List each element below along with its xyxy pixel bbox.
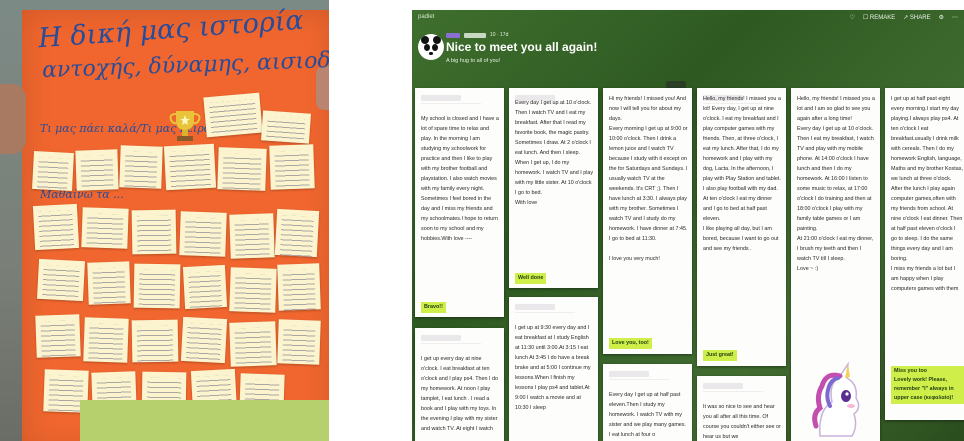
post-body: Hello, my friends! I missed you a lot! E… — [703, 96, 781, 252]
sticky-note — [179, 211, 227, 257]
sticky-note — [163, 143, 217, 191]
post-card[interactable]: My school is closed and I have a lot of … — [415, 88, 504, 317]
post-body: Hello, my friends! I missed you a lot an… — [797, 96, 875, 272]
sticky-note — [261, 110, 311, 144]
padlet-title: Nice to meet you all again! — [446, 40, 598, 54]
post-card[interactable]: It was so nice to see and hear you all a… — [697, 376, 786, 441]
post-author-blurred — [703, 383, 743, 389]
settings-icon[interactable]: ⚙ — [939, 14, 944, 21]
post-body: Every day I get up at 10 o'clock. Then I… — [515, 100, 594, 206]
padlet-board: padlet ♡ ☐ REMAKE ↗ SHARE ⚙ ⋯ 10 · 17d N… — [412, 10, 964, 441]
left-hand — [0, 84, 26, 154]
post-author-blurred — [609, 371, 649, 377]
classroom-poster-photo: Η δική μας ιστορία αντοχής, δύναμης, αισ… — [0, 0, 329, 441]
sticky-note — [229, 321, 277, 367]
sticky-note — [229, 267, 277, 313]
post-card[interactable]: Every day I get up at half past eleven.T… — [603, 364, 692, 441]
sticky-note — [274, 208, 320, 258]
post-card[interactable]: Hello, my friends! I missed you a lot an… — [791, 88, 880, 441]
sticky-note — [35, 314, 81, 358]
teacher-feedback: Bravo!! — [421, 302, 446, 313]
post-body: My school is closed and I have a lot of … — [421, 116, 499, 242]
teacher-feedback: Just great! — [703, 350, 737, 361]
sticky-note — [229, 213, 275, 259]
trophy-icon — [169, 111, 201, 141]
sticky-note — [277, 263, 321, 311]
sticky-note — [182, 264, 228, 310]
post-author-blurred — [515, 304, 555, 310]
padlet-subtitle: A big hug to all of you! — [446, 58, 501, 64]
green-paper-strip — [80, 400, 329, 441]
sticky-note — [32, 150, 74, 192]
post-card[interactable]: I get up at 9:30 every day and I eat bre… — [509, 297, 598, 441]
sticky-note — [87, 261, 131, 305]
post-author-blurred — [421, 95, 461, 101]
post-body: I get up every day at nine o'clock. I ea… — [421, 356, 499, 432]
teacher-feedback: Well done — [515, 273, 547, 284]
heart-icon[interactable]: ♡ — [849, 14, 854, 21]
remake-button[interactable]: ☐ REMAKE — [863, 14, 895, 21]
author-name-blurred — [464, 32, 486, 38]
sticky-note — [277, 319, 321, 365]
top-actions: ♡ ☐ REMAKE ↗ SHARE ⚙ ⋯ — [849, 14, 958, 21]
brand-logo[interactable]: padlet — [418, 14, 434, 20]
post-body: Hi my friends! I missed you! And now I w… — [609, 96, 688, 262]
post-body: I get up at 9:30 every day and I eat bre… — [515, 325, 591, 411]
post-card[interactable]: Hello, my friends! I missed you a lot! E… — [697, 88, 786, 366]
teacher-feedback: Miss you too Lovely work! Please, rememb… — [891, 366, 964, 404]
sticky-note — [133, 263, 181, 309]
sticky-note — [203, 92, 263, 138]
post-body: I get up at half past eight every mornin… — [891, 96, 963, 292]
sticky-note — [32, 203, 80, 251]
teacher-feedback: Love you, too! — [609, 338, 652, 349]
share-button[interactable]: ↗ SHARE — [903, 14, 930, 21]
sticky-note — [131, 209, 177, 255]
post-meta: 10 · 17d — [490, 32, 509, 38]
post-card[interactable]: I get up every day at nine o'clock. I ea… — [415, 328, 504, 441]
sticky-note — [180, 316, 228, 364]
post-body: It was so nice to see and hear you all a… — [703, 404, 781, 440]
sticky-note — [36, 258, 86, 302]
top-bar: padlet ♡ ☐ REMAKE ↗ SHARE ⚙ ⋯ — [412, 10, 964, 30]
more-icon[interactable]: ⋯ — [952, 14, 958, 21]
sticky-note — [131, 319, 179, 363]
author-row: 10 · 17d — [446, 32, 508, 38]
sticky-note — [83, 317, 129, 363]
post-author-blurred — [421, 335, 461, 341]
post-body: Every day I get up at half past eleven.T… — [609, 392, 687, 438]
sticky-note — [217, 147, 267, 191]
sticky-note — [81, 207, 129, 249]
sticky-note — [119, 145, 163, 189]
post-card[interactable]: Hi my friends! I missed you! And now I w… — [603, 88, 692, 354]
sticky-note — [269, 144, 315, 190]
post-card[interactable]: Every day I get up at 10 o'clock. Then I… — [509, 88, 598, 288]
unicorn-image — [812, 362, 860, 437]
author-name-chip — [446, 32, 460, 38]
panda-avatar-icon — [418, 34, 444, 60]
post-card[interactable]: I get up at half past eight every mornin… — [885, 88, 964, 420]
sticky-note — [75, 149, 119, 191]
